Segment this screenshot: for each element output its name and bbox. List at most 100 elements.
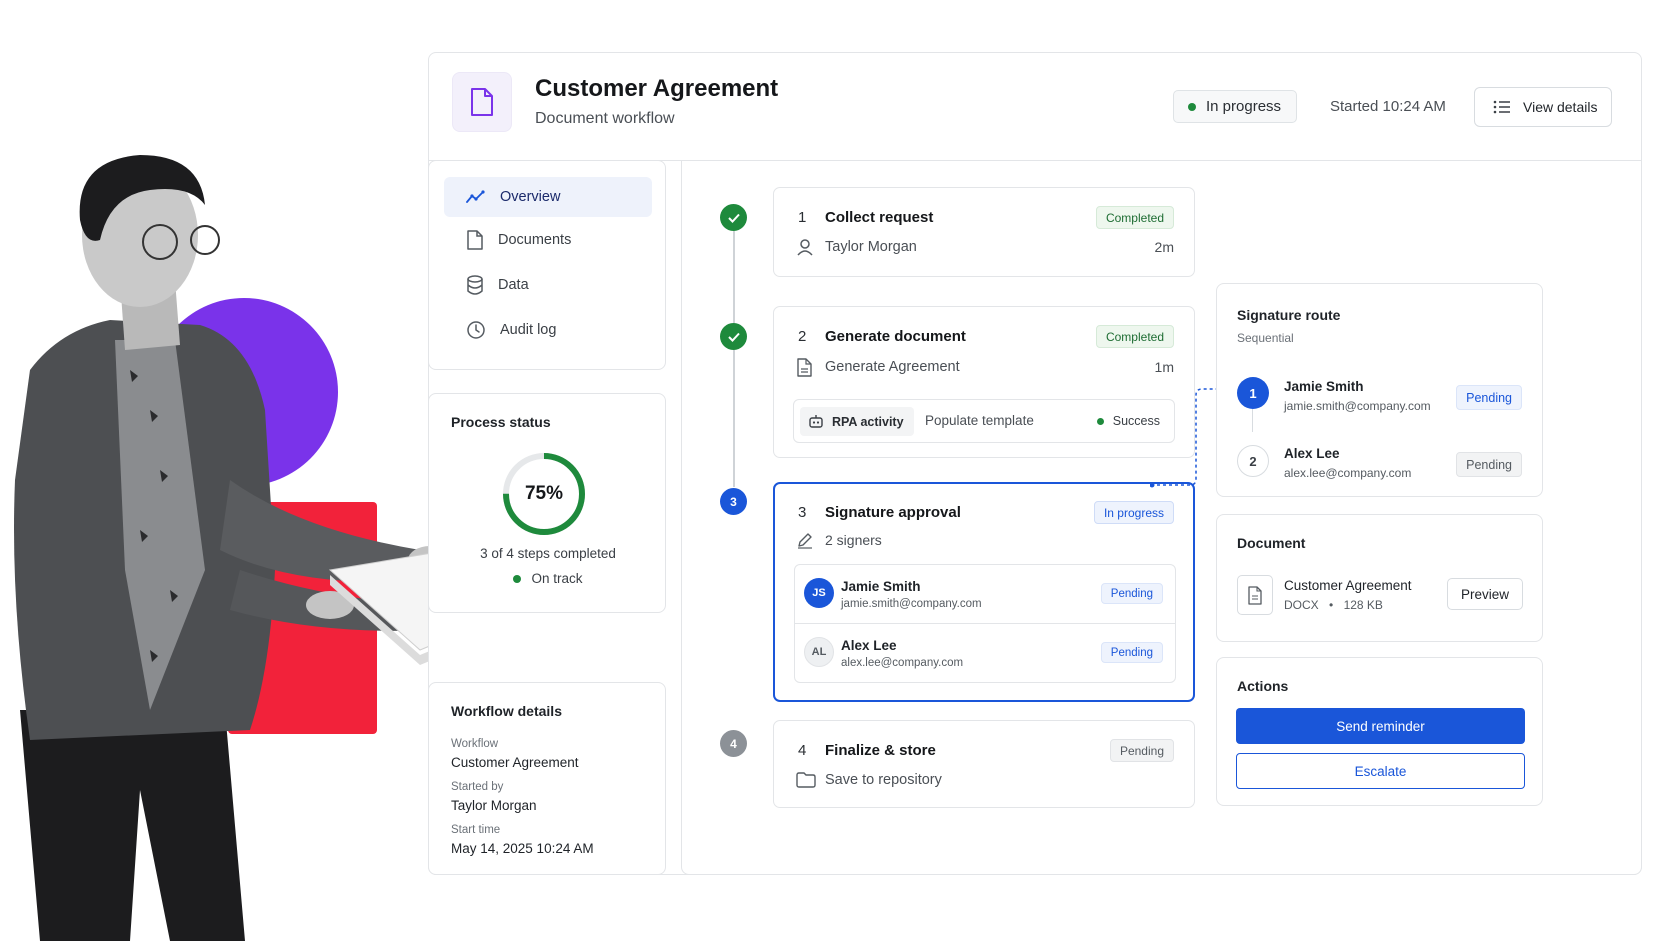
sidebar-item-data[interactable]: Data	[444, 265, 652, 305]
signer-email: alex.lee@company.com	[841, 657, 964, 669]
started-by-value: Taylor Morgan	[451, 798, 537, 813]
view-details-button[interactable]: View details	[1474, 87, 1612, 127]
process-status-heading: Process status	[451, 414, 551, 430]
route-signer-status-badge: Pending	[1456, 385, 1522, 410]
signer-email: jamie.smith@company.com	[841, 598, 982, 610]
status-dot-icon	[1096, 417, 1104, 425]
step-task-name: Save to repository	[825, 772, 942, 788]
health-status: On track	[429, 571, 667, 586]
document-type-tile	[452, 72, 512, 132]
meta-separator-dot-icon: •	[1329, 598, 1334, 612]
step-title: Collect request	[825, 209, 934, 226]
clock-icon	[467, 321, 485, 339]
route-signer-name: Alex Lee	[1284, 446, 1340, 461]
document-meta: DOCX • 128 KB	[1284, 598, 1383, 612]
sidebar-nav: Overview Documents Data Audit log	[428, 160, 666, 370]
sidebar-item-label: Data	[498, 277, 529, 293]
step-2-check-icon	[720, 323, 747, 350]
signer-name: Alex Lee	[841, 638, 897, 653]
step-title: Generate document	[825, 328, 966, 345]
document-icon	[1248, 585, 1262, 605]
document-icon	[471, 88, 493, 116]
step-status-badge: Completed	[1095, 206, 1174, 229]
steps-completed-text: 3 of 4 steps completed	[480, 546, 616, 561]
escalate-button[interactable]: Escalate	[1236, 753, 1525, 789]
signature-route-connector	[1150, 388, 1219, 488]
document-size: 128 KB	[1343, 598, 1383, 612]
workflow-label: Workflow	[451, 738, 499, 750]
step-3-number-marker: 3	[720, 488, 747, 515]
step-card-signature-approval[interactable]: 3 Signature approval In progress 2 signe…	[773, 482, 1195, 702]
route-signer-email: jamie.smith@company.com	[1284, 399, 1431, 413]
step-number: 1	[798, 209, 807, 226]
view-details-label: View details	[1523, 99, 1598, 115]
started-by-label: Started by	[451, 781, 504, 793]
workflow-details-card: Workflow details Workflow Customer Agree…	[428, 682, 666, 875]
rpa-activity-text: Populate template	[925, 413, 1034, 428]
sidebar-item-label: Overview	[500, 189, 561, 205]
document-file-tile	[1237, 575, 1273, 615]
actions-heading: Actions	[1237, 678, 1289, 694]
route-signer-email: alex.lee@company.com	[1284, 466, 1412, 480]
document-name: Customer Agreement	[1284, 578, 1412, 593]
rpa-activity-row: RPA activity Populate template Success	[793, 399, 1175, 443]
sidebar-item-label: Audit log	[500, 322, 557, 338]
workflow-details-heading: Workflow details	[451, 703, 562, 719]
route-order-marker: 2	[1237, 445, 1269, 477]
trend-line-icon	[466, 190, 485, 203]
workflow-status-text: In progress	[1206, 98, 1282, 115]
start-time-label: Start time	[451, 824, 501, 836]
status-dot-icon	[1188, 102, 1196, 111]
status-dot-icon	[513, 575, 522, 583]
signer-status-badge: Pending	[1100, 642, 1163, 663]
avatar: JS	[804, 578, 834, 608]
step-number: 4	[798, 742, 807, 759]
signer-list: JS Jamie Smith jamie.smith@company.com P…	[794, 564, 1176, 683]
step-title: Finalize & store	[825, 742, 936, 759]
signature-route-heading: Signature route	[1237, 307, 1341, 323]
sidebar-item-documents[interactable]: Documents	[444, 220, 652, 260]
document-icon	[797, 358, 812, 377]
route-order-marker: 1	[1237, 377, 1269, 409]
step-4-number-marker: 4	[720, 730, 747, 757]
document-card: Document Customer Agreement DOCX • 128 K…	[1216, 514, 1543, 642]
route-signer-name: Jamie Smith	[1284, 379, 1364, 394]
step-status-badge: In progress	[1093, 501, 1174, 524]
step-card-collect-request[interactable]: 1 Collect request Completed Taylor Morga…	[773, 187, 1195, 277]
timeline-line	[733, 225, 735, 487]
step-duration: 2m	[1154, 239, 1174, 255]
step-card-finalize-store[interactable]: 4 Finalize & store Pending Save to repos…	[773, 720, 1195, 808]
sidebar-item-label: Documents	[498, 232, 572, 248]
folder-icon	[796, 772, 816, 788]
health-status-text: On track	[531, 571, 583, 586]
step-number: 3	[798, 504, 807, 521]
step-status-badge: Completed	[1095, 325, 1174, 348]
preview-button[interactable]: Preview	[1447, 578, 1523, 610]
database-icon	[467, 275, 483, 295]
list-item[interactable]: AL Alex Lee alex.lee@company.com Pending	[795, 624, 1175, 683]
list-item[interactable]: JS Jamie Smith jamie.smith@company.com P…	[795, 565, 1175, 624]
step-task-name: Generate Agreement	[825, 359, 960, 375]
signer-name: Jamie Smith	[841, 579, 921, 594]
list-icon	[1493, 100, 1510, 114]
route-signer-status-badge: Pending	[1456, 452, 1522, 477]
rpa-activity-label: RPA activity	[832, 414, 904, 429]
actions-card: Actions Send reminder Escalate	[1216, 657, 1543, 806]
avatar: AL	[804, 637, 834, 667]
start-time-value: May 14, 2025 10:24 AM	[451, 841, 594, 856]
workflow-status-badge: In progress	[1173, 90, 1297, 123]
workflow-value: Customer Agreement	[451, 755, 579, 770]
signature-route-card: Signature route Sequential 1 Jamie Smith…	[1216, 283, 1543, 497]
step-duration: 1m	[1154, 359, 1174, 375]
step-status-badge: Pending	[1109, 739, 1174, 762]
step-assignee: Taylor Morgan	[825, 239, 917, 255]
page-subtitle: Document workflow	[535, 110, 675, 127]
sidebar-item-overview[interactable]: Overview	[444, 177, 652, 217]
signer-status-badge: Pending	[1100, 583, 1163, 604]
document-icon	[467, 230, 483, 250]
started-time: Started 10:24 AM	[1330, 98, 1446, 115]
send-reminder-button[interactable]: Send reminder	[1236, 708, 1525, 744]
step-card-generate-document[interactable]: 2 Generate document Completed Generate A…	[773, 306, 1195, 458]
step-1-check-icon	[720, 204, 747, 231]
sidebar-item-audit-log[interactable]: Audit log	[444, 310, 652, 350]
